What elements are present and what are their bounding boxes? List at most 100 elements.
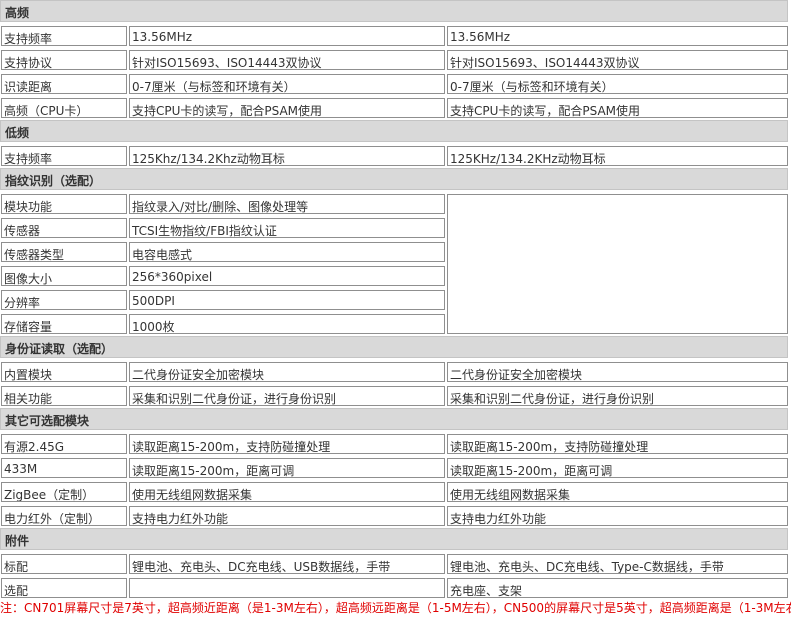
spec-table: 高频支持频率 13.56MHz 13.56MHz 支持协议 针对ISO15693、ISO… [0,0,788,600]
cell-text: 1000枚 [132,320,175,334]
spec-value-cell: 指纹录入/对比/删除、图像处理等 [129,194,445,214]
spec-label-cell: 有源2.45G [1,434,127,454]
spec-value-cell-alt: 读取距离15-200m，支持防碰撞处理 [447,434,788,454]
section-header: 低频 [0,120,788,142]
spec-value-cell-alt: 使用无线组网数据采集 [447,482,788,502]
cell-text: 采集和识别二代身份证，进行身份识别 [132,392,337,406]
spec-value-cell-alt: 采集和识别二代身份证，进行身份识别 [447,386,788,406]
cell-text: 识读距离 [4,80,53,94]
section-title: 其它可选配模块 [5,414,90,428]
cell-text: 传感器类型 [4,248,65,262]
cell-text: 125KHz/134.2KHz动物耳标 [450,152,606,166]
cell-text: 读取距离15-200m，距离可调 [132,464,295,478]
empty-merged-cell [447,194,788,334]
spec-label-cell: 高频（CPU卡） [1,98,127,118]
cell-text: 指纹录入/对比/删除、图像处理等 [132,200,309,214]
cell-text: 0-7厘米（与标签和环境有关） [132,80,296,94]
spec-value-cell: 读取距离15-200m，距离可调 [129,458,445,478]
cell-text: 内置模块 [4,368,53,382]
spec-value-cell: 支持电力红外功能 [129,506,445,526]
cell-text: 相关功能 [4,392,53,406]
cell-text: 13.56MHz [450,30,511,44]
spec-label-cell: 选配 [1,578,127,598]
cell-text: 433M [4,462,38,476]
cell-text: 针对ISO15693、ISO14443双协议 [450,56,640,70]
cell-text: 分辨率 [4,296,41,310]
cell-text: 0-7厘米（与标签和环境有关） [450,80,614,94]
cell-text: 256*360pixel [132,270,213,284]
section-header: 其它可选配模块 [0,408,788,430]
spec-label-cell: 存储容量 [1,314,127,334]
cell-text: 电容电感式 [132,248,193,262]
cell-text: 使用无线组网数据采集 [450,488,571,502]
cell-text: 支持电力红外功能 [450,512,547,526]
cell-text: 有源2.45G [4,440,65,454]
spec-value-cell: 采集和识别二代身份证，进行身份识别 [129,386,445,406]
cell-text: 13.56MHz [132,30,193,44]
cell-text: 图像大小 [4,272,53,286]
section-title: 指纹识别（选配） [5,174,102,188]
cell-text: 读取距离15-200m，距离可调 [450,464,613,478]
section-title: 身份证读取（选配） [5,342,114,356]
section-title: 高频 [5,6,30,20]
spec-value-cell: 电容电感式 [129,242,445,262]
spec-label-cell: 支持频率 [1,26,127,46]
spec-label-cell: 433M [1,458,127,478]
cell-text: 模块功能 [4,200,53,214]
cell-text: 高频（CPU卡） [4,104,89,118]
cell-text: 支持CPU卡的读写，配合PSAM使用 [132,104,323,118]
spec-label-cell: 传感器 [1,218,127,238]
spec-label-cell: 传感器类型 [1,242,127,262]
spec-value-cell-alt: 二代身份证安全加密模块 [447,362,788,382]
spec-value-cell-alt: 充电座、支架 [447,578,788,598]
cell-text: TCSI生物指纹/FBI指纹认证 [132,224,277,238]
cell-text: 二代身份证安全加密模块 [450,368,583,382]
cell-text: 锂电池、充电头、DC充电线、USB数据线，手带 [132,560,391,574]
spec-label-cell: 支持协议 [1,50,127,70]
spec-value-cell: 500DPI [129,290,445,310]
cell-text: 针对ISO15693、ISO14443双协议 [132,56,322,70]
spec-value-cell-alt: 读取距离15-200m，距离可调 [447,458,788,478]
spec-value-cell: 针对ISO15693、ISO14443双协议 [129,50,445,70]
cell-text: ZigBee（定制） [4,488,95,502]
cell-text: 传感器 [4,224,41,238]
spec-value-cell: 锂电池、充电头、DC充电线、USB数据线，手带 [129,554,445,574]
cell-text: 选配 [4,584,29,598]
spec-label-cell: 标配 [1,554,127,574]
spec-value-cell: 256*360pixel [129,266,445,286]
spec-value-cell [129,578,445,598]
cell-text: 500DPI [132,294,175,308]
spec-label-cell: 图像大小 [1,266,127,286]
cell-text: 读取距离15-200m，支持防碰撞处理 [450,440,649,454]
spec-label-cell: 相关功能 [1,386,127,406]
spec-label-cell: 分辨率 [1,290,127,310]
spec-value-cell-alt: 针对ISO15693、ISO14443双协议 [447,50,788,70]
spec-label-cell: 电力红外（定制） [1,506,127,526]
section-title: 附件 [5,534,30,548]
cell-text: 二代身份证安全加密模块 [132,368,265,382]
section-title: 低频 [5,126,30,140]
spec-value-cell: 读取距离15-200m，支持防碰撞处理 [129,434,445,454]
footnote: 注：CN701屏幕尺寸是7英寸，超高频近距离（是1-3M左右），超高频远距离是（… [0,601,791,615]
cell-text: 支持频率 [4,152,53,166]
cell-text: 采集和识别二代身份证，进行身份识别 [450,392,655,406]
spec-value-cell: 0-7厘米（与标签和环境有关） [129,74,445,94]
spec-value-cell: TCSI生物指纹/FBI指纹认证 [129,218,445,238]
spec-value-cell: 13.56MHz [129,26,445,46]
section-header: 身份证读取（选配） [0,336,788,358]
spec-value-cell: 使用无线组网数据采集 [129,482,445,502]
section-header: 指纹识别（选配） [0,168,788,190]
spec-label-cell: ZigBee（定制） [1,482,127,502]
cell-text: 标配 [4,560,29,574]
spec-value-cell: 125Khz/134.2Khz动物耳标 [129,146,445,166]
spec-label-cell: 模块功能 [1,194,127,214]
cell-text: 存储容量 [4,320,53,334]
spec-value-cell: 支持CPU卡的读写，配合PSAM使用 [129,98,445,118]
cell-text: 支持协议 [4,56,53,70]
cell-text: 读取距离15-200m，支持防碰撞处理 [132,440,331,454]
spec-label-cell: 支持频率 [1,146,127,166]
cell-text: 支持频率 [4,32,53,46]
spec-value-cell-alt: 支持CPU卡的读写，配合PSAM使用 [447,98,788,118]
cell-text: 125Khz/134.2Khz动物耳标 [132,152,285,166]
spec-value-cell-alt: 支持电力红外功能 [447,506,788,526]
